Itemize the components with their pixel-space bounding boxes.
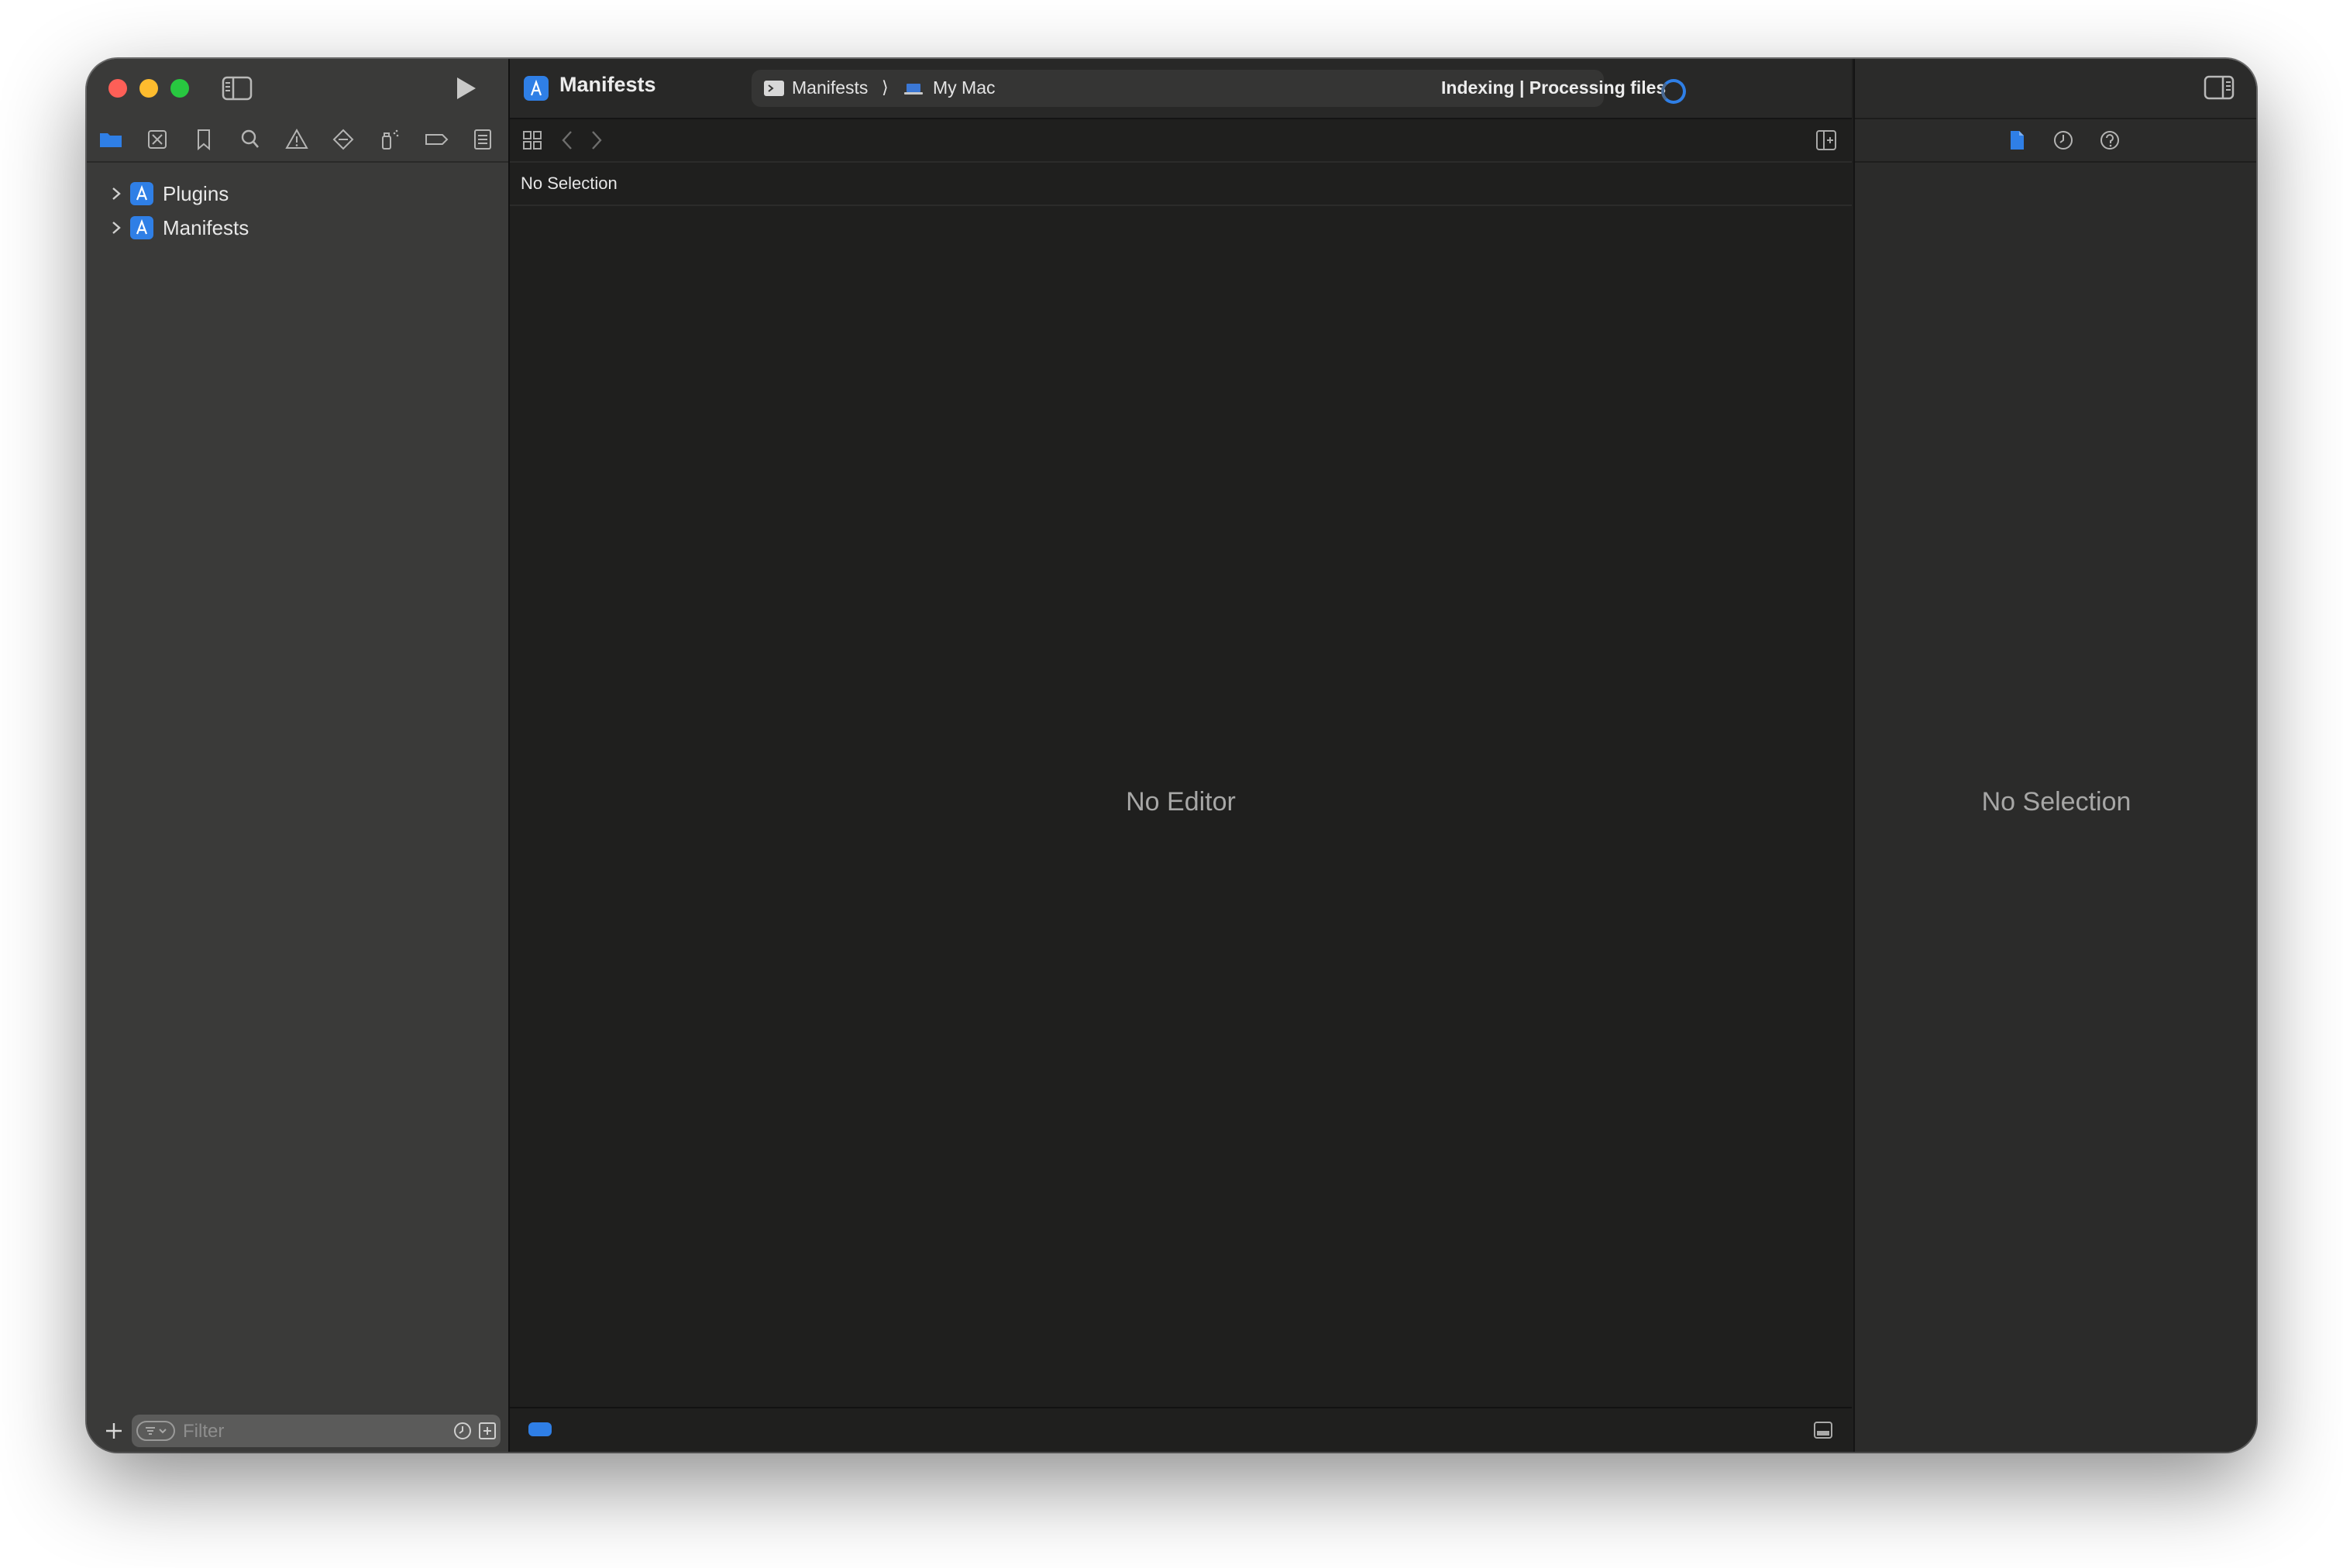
close-window-button[interactable] — [108, 79, 127, 98]
run-play-icon[interactable] — [452, 74, 479, 102]
breadcrumb-separator: ⟩ — [882, 77, 889, 97]
tree-item-plugins[interactable]: Plugins — [87, 177, 508, 211]
xcode-project-icon — [130, 182, 153, 205]
run-destination-selector[interactable]: My Mac — [933, 77, 996, 98]
navigator-tabs — [87, 118, 508, 163]
split-editor-icon[interactable] — [1815, 129, 1838, 152]
scheme-selector[interactable]: Manifests — [792, 77, 868, 98]
app-target-icon — [524, 76, 549, 101]
debug-area-toggle[interactable] — [528, 1422, 552, 1436]
inspector-panel: No Selection — [1853, 59, 2256, 1452]
editor-placeholder: No Editor — [1126, 787, 1236, 817]
chevron-right-icon[interactable] — [110, 186, 122, 201]
sidebar-toggle-icon[interactable] — [222, 76, 253, 101]
debug-bar — [510, 1407, 1852, 1452]
window-toolbar: Manifests Manifests ⟩ My Mac Indexing | … — [510, 59, 1916, 119]
inspector-tabs — [1855, 119, 2256, 163]
minimize-window-button[interactable] — [139, 79, 158, 98]
test-diamond-icon[interactable] — [330, 127, 356, 152]
source-control-icon[interactable] — [144, 127, 170, 152]
filter-input[interactable] — [181, 1418, 417, 1446]
xcode-window: Plugins Manifests Filter Manifests Manif… — [87, 59, 2256, 1452]
report-icon[interactable] — [470, 127, 496, 152]
filter-field[interactable] — [132, 1415, 501, 1447]
project-tree: Plugins Manifests — [87, 177, 508, 245]
chevron-right-icon[interactable] — [589, 129, 604, 152]
editor-jump-bar — [510, 119, 1852, 163]
navigator-filter-bar — [87, 1410, 508, 1452]
xcode-project-icon — [130, 216, 153, 239]
folder-icon[interactable] — [98, 127, 124, 152]
laptop-icon — [903, 82, 924, 96]
filter-options-icon[interactable] — [136, 1421, 175, 1441]
help-question-icon[interactable] — [2098, 129, 2121, 152]
window-title: Manifests — [559, 73, 656, 96]
activity-status-text: Indexing | Processing files — [1441, 77, 1667, 98]
terminal-scheme-icon — [764, 81, 784, 96]
activity-viewer[interactable]: Manifests ⟩ My Mac Indexing | Processing… — [752, 70, 1686, 107]
inspector-titlebar — [1855, 59, 2256, 119]
add-file-plus-icon[interactable] — [102, 1419, 126, 1442]
search-icon[interactable] — [237, 127, 263, 152]
bookmark-icon[interactable] — [191, 127, 217, 152]
breakpoint-tag-icon[interactable] — [423, 127, 449, 152]
file-inspector-icon[interactable] — [2005, 129, 2028, 152]
recent-files-clock-icon[interactable] — [452, 1421, 473, 1441]
editor-path-bar: No Selection — [510, 163, 1852, 206]
inspector-toggle-icon[interactable] — [2204, 74, 2235, 101]
console-panel-icon[interactable] — [1813, 1421, 1833, 1439]
tree-item-manifests[interactable]: Manifests — [87, 211, 508, 245]
tree-item-label: Manifests — [163, 215, 249, 239]
path-label: No Selection — [521, 174, 618, 193]
navigator-sidebar: Plugins Manifests — [87, 59, 510, 1452]
chevron-right-icon[interactable] — [110, 220, 122, 236]
editor-area: Manifests Manifests ⟩ My Mac Indexing | … — [510, 59, 1916, 1452]
progress-spinner-icon — [1661, 79, 1686, 104]
chevron-left-icon[interactable] — [559, 129, 575, 152]
maximize-window-button[interactable] — [170, 79, 189, 98]
related-items-grid-icon[interactable] — [522, 130, 542, 150]
inspector-placeholder: No Selection — [1981, 787, 2131, 817]
warning-icon[interactable] — [284, 127, 310, 152]
source-control-filter-icon[interactable] — [477, 1421, 497, 1441]
window-titlebar — [87, 59, 508, 118]
history-clock-icon[interactable] — [2052, 129, 2075, 152]
debug-spray-icon[interactable] — [377, 127, 403, 152]
tree-item-label: Plugins — [163, 181, 229, 205]
